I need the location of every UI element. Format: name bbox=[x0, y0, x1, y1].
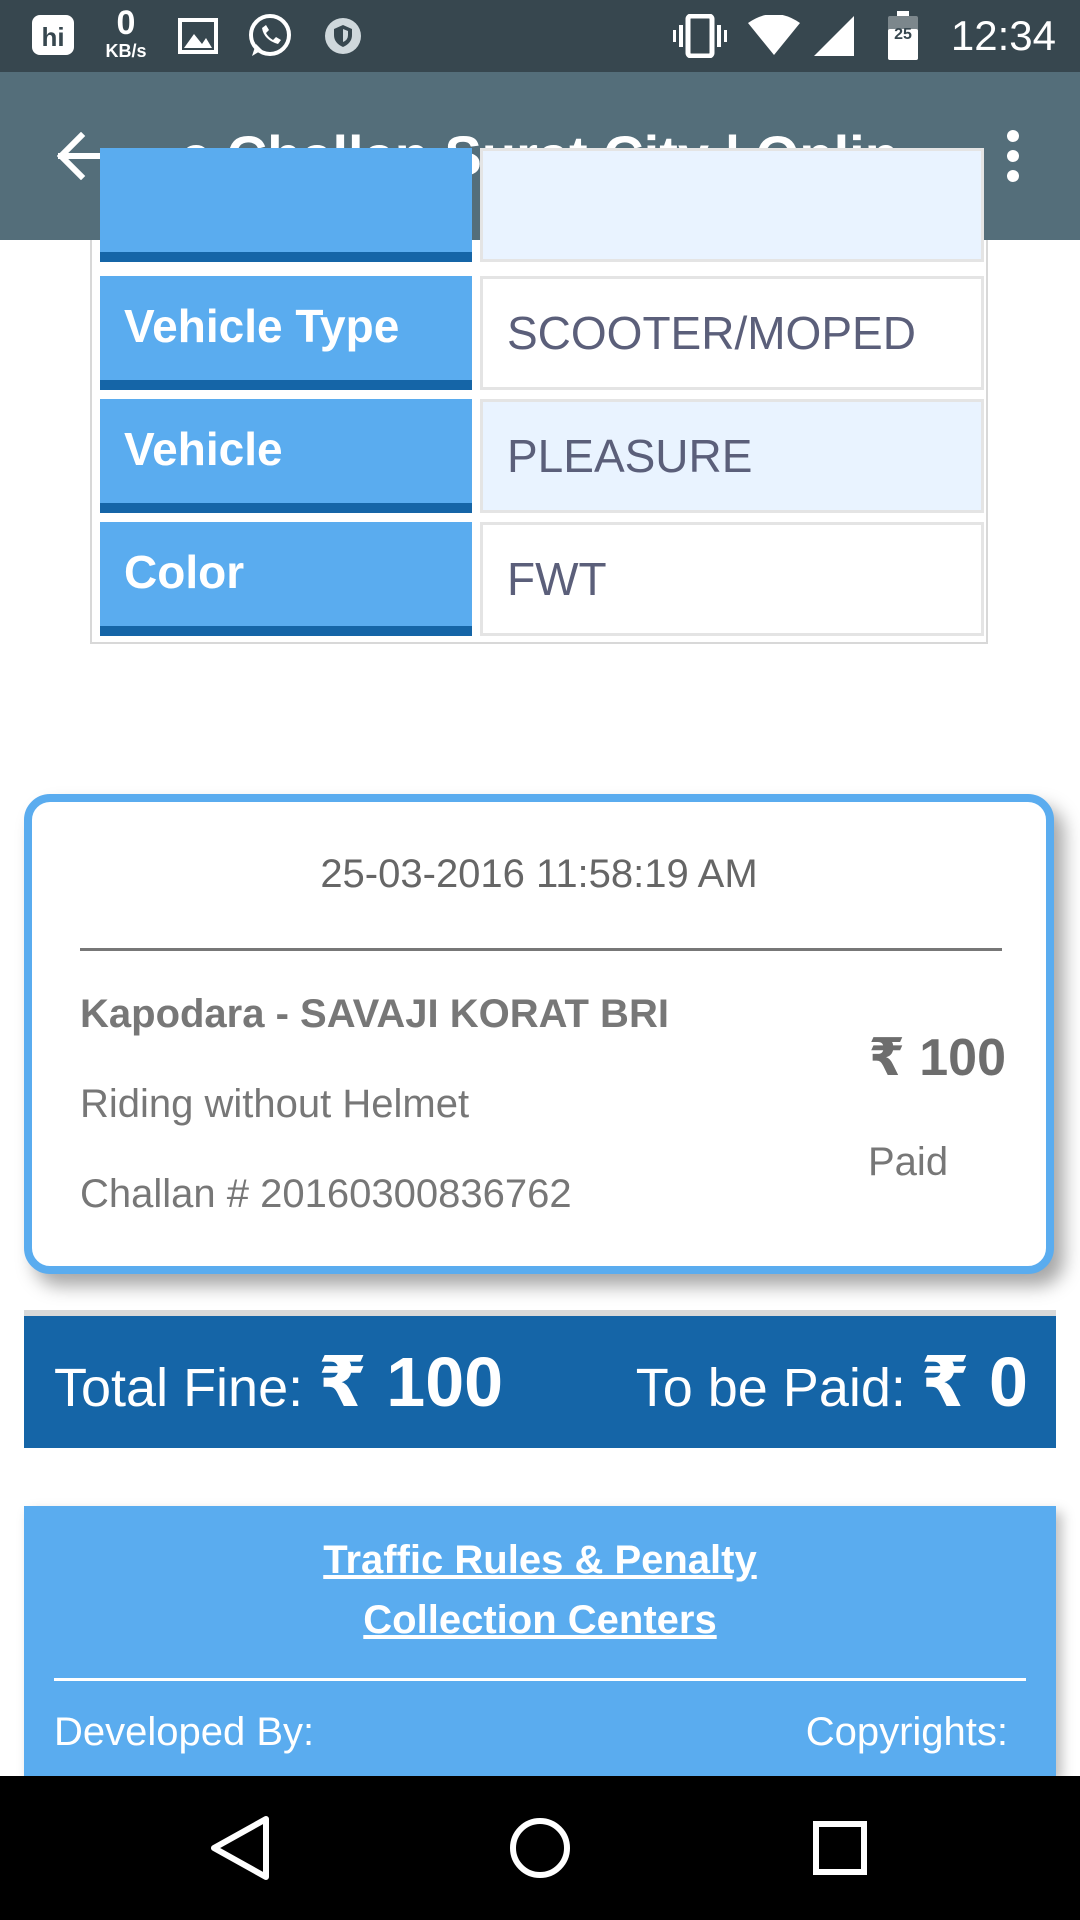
details-value-partial bbox=[480, 148, 984, 262]
shield-icon bbox=[320, 12, 366, 60]
details-row-vehicle: Vehicle PLEASURE bbox=[100, 399, 984, 513]
challan-datetime: 25-03-2016 11:58:19 AM bbox=[320, 852, 758, 896]
challan-status-badge: Paid bbox=[868, 1140, 949, 1184]
nav-back-icon[interactable] bbox=[190, 1798, 290, 1898]
details-label: Color bbox=[100, 522, 472, 636]
collection-centers-link[interactable]: Collection Centers bbox=[24, 1598, 1056, 1643]
card-divider bbox=[80, 948, 1002, 951]
footer: Traffic Rules & Penalty Collection Cente… bbox=[24, 1506, 1056, 1776]
developed-by-label: Developed By: bbox=[54, 1710, 315, 1754]
details-row-color: Color FWT bbox=[100, 522, 984, 636]
footer-divider bbox=[54, 1678, 1026, 1681]
details-label: Vehicle Type bbox=[100, 276, 472, 390]
total-fine-label: Total Fine: bbox=[54, 1358, 304, 1418]
svg-text:hi: hi bbox=[41, 22, 64, 52]
to-be-paid: To be Paid: ₹ 0 bbox=[636, 1340, 1028, 1430]
details-label-partial bbox=[100, 148, 472, 262]
signal-icon bbox=[810, 12, 858, 60]
details-row-vehicle-type: Vehicle Type SCOOTER/MOPED bbox=[100, 276, 984, 390]
data-speed-unit: KB/s bbox=[105, 41, 147, 61]
challan-amount: ₹ 100 bbox=[868, 1029, 1006, 1087]
battery-level: 25 bbox=[894, 26, 912, 43]
data-speed-icon: 0 KB/s bbox=[96, 6, 156, 60]
data-speed-value: 0 bbox=[116, 4, 136, 42]
vehicle-details-table: Vehicle Type SCOOTER/MOPED Vehicle PLEAS… bbox=[90, 148, 988, 644]
to-be-paid-label: To be Paid: bbox=[635, 1358, 906, 1418]
challan-location: Kapodara - SAVAJI KORAT BRI bbox=[80, 992, 669, 1036]
wifi-icon bbox=[746, 12, 802, 60]
nav-home-icon[interactable] bbox=[490, 1798, 590, 1898]
status-bar: hi 0 KB/s 25 12:34 bbox=[0, 0, 1080, 72]
to-be-paid-value: ₹ 0 bbox=[920, 1343, 1028, 1421]
copyrights-label: Copyrights: bbox=[805, 1710, 1008, 1754]
battery-icon: 25 bbox=[884, 11, 922, 60]
vibrate-icon bbox=[672, 12, 728, 60]
total-fine: Total Fine: ₹ 100 bbox=[54, 1340, 503, 1430]
totals-bar: Total Fine: ₹ 100 To be Paid: ₹ 0 bbox=[24, 1310, 1056, 1448]
clock: 12:34 bbox=[950, 12, 1056, 59]
more-vert-icon[interactable] bbox=[988, 124, 1038, 188]
navigation-bar bbox=[0, 1776, 1080, 1920]
whatsapp-icon bbox=[244, 12, 296, 60]
details-value: SCOOTER/MOPED bbox=[480, 276, 984, 390]
gallery-icon bbox=[174, 12, 222, 60]
details-value: FWT bbox=[480, 522, 984, 636]
traffic-rules-link[interactable]: Traffic Rules & Penalty bbox=[24, 1538, 1056, 1583]
challan-card[interactable]: 25-03-2016 11:58:19 AM Kapodara - SAVAJI… bbox=[24, 794, 1054, 1274]
nav-recents-icon[interactable] bbox=[790, 1798, 890, 1898]
details-label: Vehicle bbox=[100, 399, 472, 513]
details-row-partial bbox=[100, 148, 984, 262]
total-fine-value: ₹ 100 bbox=[318, 1343, 504, 1421]
details-value: PLEASURE bbox=[480, 399, 984, 513]
hike-icon: hi bbox=[28, 12, 78, 60]
challan-offence: Riding without Helmet bbox=[80, 1082, 470, 1126]
challan-number: Challan # 20160300836762 bbox=[80, 1172, 572, 1216]
